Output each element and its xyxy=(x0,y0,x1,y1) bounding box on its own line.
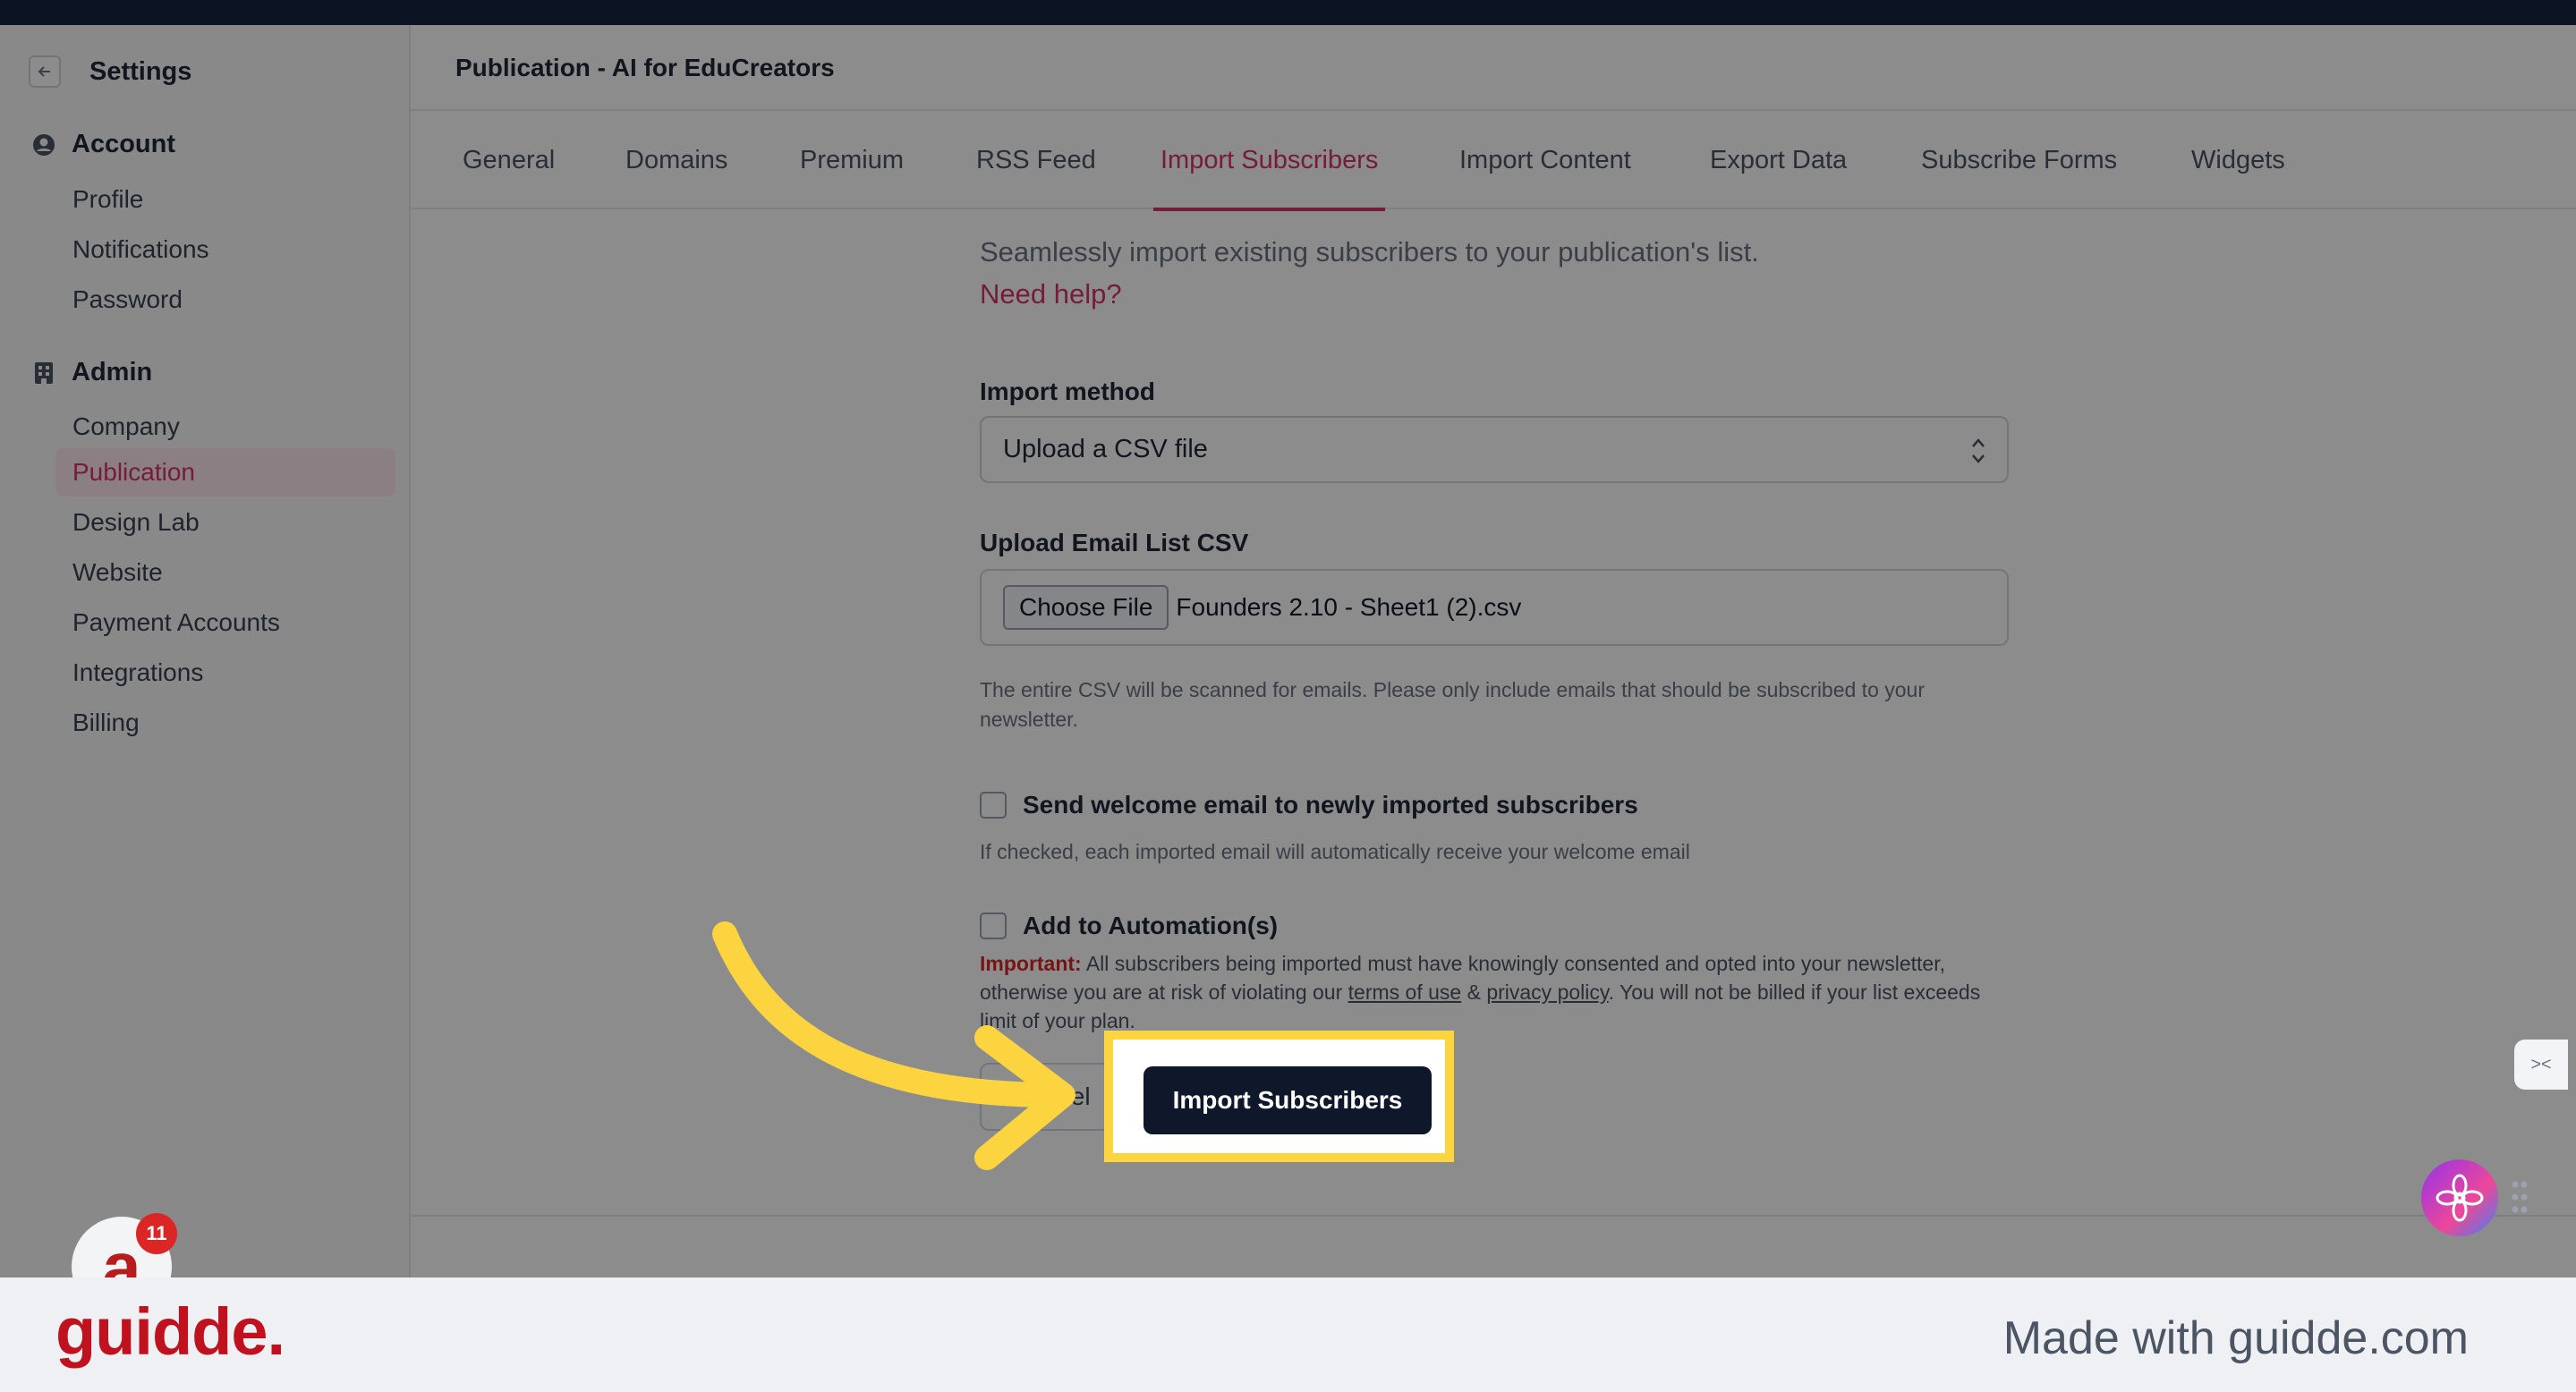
sidebar-item-design-lab[interactable]: Design Lab xyxy=(55,498,395,547)
sidebar-item-company[interactable]: Company xyxy=(55,403,395,451)
sidebar-title: Settings xyxy=(89,56,192,86)
sidebar-item-website[interactable]: Website xyxy=(55,548,395,597)
ai-assistant-button[interactable] xyxy=(2421,1159,2498,1236)
sidebar-item-publication[interactable]: Publication xyxy=(55,448,395,497)
sidebar-item-notifications[interactable]: Notifications xyxy=(55,225,395,274)
csv-file-input: Choose File Founders 2.10 - Sheet1 (2).c… xyxy=(980,569,2009,646)
content-bottom-divider xyxy=(411,1215,2576,1217)
pointer-arrow-icon xyxy=(712,921,1075,1170)
tab-general[interactable]: General xyxy=(463,111,555,209)
import-method-select[interactable]: Upload a CSV file xyxy=(980,416,2009,483)
tab-rss-feed[interactable]: RSS Feed xyxy=(976,111,1096,209)
tab-import-content[interactable]: Import Content xyxy=(1459,111,1631,209)
back-button[interactable] xyxy=(29,55,61,88)
sidebar-item-profile[interactable]: Profile xyxy=(55,175,395,224)
upload-csv-label: Upload Email List CSV xyxy=(980,529,1249,556)
import-method-value: Upload a CSV file xyxy=(1003,435,1208,463)
page-title: Publication - AI for EduCreators xyxy=(455,54,835,81)
sidebar-item-billing[interactable]: Billing xyxy=(55,699,395,747)
welcome-email-checkbox[interactable] xyxy=(980,792,1007,819)
import-method-label: Import method xyxy=(980,378,1155,405)
welcome-email-note: If checked, each imported email will aut… xyxy=(980,840,1690,863)
section-label-admin: Admin xyxy=(72,358,153,386)
flower-icon xyxy=(2436,1174,2484,1222)
form-subtitle: Seamlessly import existing subscribers t… xyxy=(980,236,1759,267)
guidde-logo: guidde. xyxy=(55,1294,285,1369)
arrow-left-icon xyxy=(38,66,50,77)
welcome-email-label: Send welcome email to newly imported sub… xyxy=(1023,791,1638,819)
notification-badge: 11 xyxy=(136,1213,177,1254)
highlight-frame: Import Subscribers xyxy=(1104,1031,1454,1162)
sidebar: Settings Account Profile Notifications P… xyxy=(0,25,411,1277)
section-account: Account xyxy=(32,130,175,159)
user-circle-icon xyxy=(32,133,55,157)
sidebar-item-integrations[interactable]: Integrations xyxy=(55,649,395,697)
tab-export-data[interactable]: Export Data xyxy=(1710,111,1847,209)
sidebar-item-payment-accounts[interactable]: Payment Accounts xyxy=(55,598,395,647)
tab-domains[interactable]: Domains xyxy=(625,111,727,209)
tab-bar: General Domains Premium RSS Feed Import … xyxy=(411,111,2576,211)
made-with-text: Made with guidde.com xyxy=(2002,1312,2469,1364)
sidebar-header: Settings xyxy=(29,55,191,88)
csv-note: The entire CSV will be scanned for email… xyxy=(980,678,1926,731)
important-notice: Important: All subscribers being importe… xyxy=(980,949,2009,1035)
sidebar-item-password[interactable]: Password xyxy=(55,276,395,324)
building-icon xyxy=(32,361,55,385)
drag-handle-icon[interactable] xyxy=(2511,1179,2529,1215)
tab-subscribe-forms[interactable]: Subscribe Forms xyxy=(1921,111,2117,209)
tab-widgets[interactable]: Widgets xyxy=(2191,111,2285,209)
ampersand: & xyxy=(1461,980,1487,1004)
section-label-account: Account xyxy=(72,130,175,158)
collapse-icon[interactable]: >< xyxy=(2514,1040,2568,1090)
choose-file-button[interactable]: Choose File xyxy=(1003,585,1169,630)
welcome-email-row: Send welcome email to newly imported sub… xyxy=(980,791,1638,819)
footer: guidde. Made with guidde.com xyxy=(0,1277,2576,1392)
tab-import-subscribers[interactable]: Import Subscribers xyxy=(1152,111,1386,211)
chevron-up-down-icon xyxy=(1972,438,1985,463)
top-bar xyxy=(0,0,2576,25)
selected-file-name: Founders 2.10 - Sheet1 (2).csv xyxy=(1176,593,1522,621)
need-help-link[interactable]: Need help? xyxy=(980,278,1122,310)
privacy-policy-link[interactable]: privacy policy xyxy=(1486,980,1608,1004)
import-subscribers-button[interactable]: Import Subscribers xyxy=(1143,1066,1432,1134)
tab-premium[interactable]: Premium xyxy=(800,111,904,209)
section-admin: Admin xyxy=(32,358,152,387)
terms-of-use-link[interactable]: terms of use xyxy=(1348,980,1462,1004)
